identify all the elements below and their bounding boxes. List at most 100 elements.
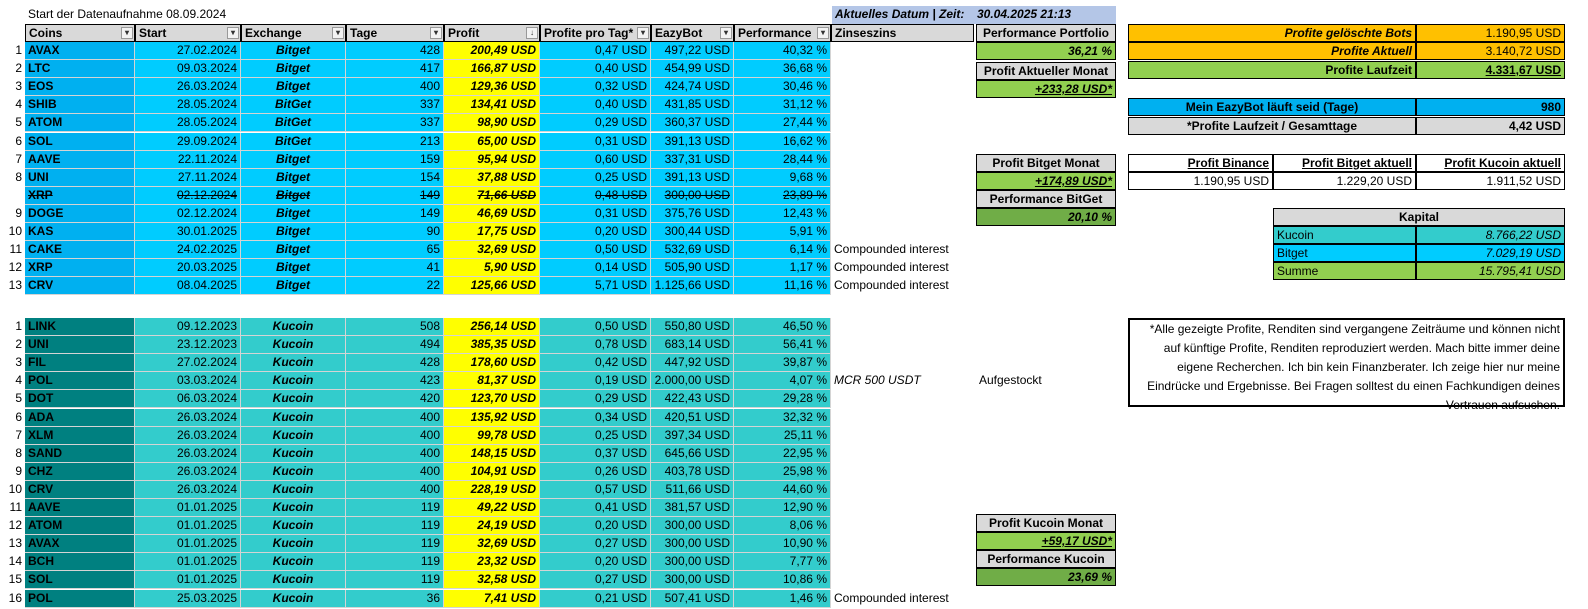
performance-cell[interactable]: 44,60 % (734, 480, 831, 499)
eazybot-cell[interactable]: 391,13 USD (651, 132, 734, 151)
eazybot-cell[interactable]: 300,00 USD (651, 571, 734, 590)
performance-cell[interactable]: 4,07 % (734, 372, 831, 391)
performance-cell[interactable]: 56,41 % (734, 336, 831, 355)
profit-per-day-cell[interactable]: 0,57 USD (540, 480, 651, 499)
start-date-cell[interactable]: 28.05.2024 (135, 114, 241, 133)
exchange-cell[interactable]: Bitget (241, 168, 346, 187)
days-cell[interactable]: 337 (346, 114, 444, 133)
start-date-cell[interactable]: 23.12.2023 (135, 336, 241, 355)
coin-cell[interactable]: SOL (25, 571, 135, 590)
performance-cell[interactable]: 12,43 % (734, 204, 831, 223)
profit-cell[interactable]: 125,66 USD (444, 277, 540, 296)
coin-cell[interactable]: BCH (25, 553, 135, 572)
coin-cell[interactable]: AAVE (25, 150, 135, 169)
start-date-cell[interactable]: 26.03.2024 (135, 480, 241, 499)
coin-cell[interactable]: LTC (25, 60, 135, 79)
days-cell[interactable]: 417 (346, 60, 444, 79)
kapital-bitget-value[interactable]: 7.029,19 USD (1416, 244, 1565, 262)
start-date-cell[interactable]: 03.03.2024 (135, 372, 241, 391)
profit-per-day-cell[interactable]: 0,20 USD (540, 517, 651, 536)
exchange-cell[interactable]: Kucoin (241, 517, 346, 536)
coin-cell[interactable]: ATOM (25, 114, 135, 133)
eazybot-cell[interactable]: 507,41 USD (651, 589, 734, 608)
profit-per-day-cell[interactable]: 0,26 USD (540, 462, 651, 481)
days-cell[interactable]: 400 (346, 78, 444, 97)
eazybot-cell[interactable]: 300,00 USD (651, 553, 734, 572)
start-date-cell[interactable]: 27.11.2024 (135, 168, 241, 187)
profit-per-day-cell[interactable]: 0,47 USD (540, 42, 651, 60)
performance-cell[interactable]: 5,91 % (734, 223, 831, 241)
header-profit-per-day[interactable]: Profite pro Tag* ▾ (540, 24, 651, 42)
exchange-cell[interactable]: Bitget (241, 186, 346, 205)
profit-per-day-cell[interactable]: 0,14 USD (540, 259, 651, 278)
performance-cell[interactable]: 27,44 % (734, 114, 831, 133)
filter-dropdown-icon[interactable]: ▾ (121, 27, 133, 39)
profit-per-day-cell[interactable]: 5,71 USD (540, 277, 651, 296)
performance-cell[interactable]: 11,16 % (734, 277, 831, 296)
sort-descending-icon[interactable]: ↓ (526, 27, 538, 39)
days-cell[interactable]: 65 (346, 241, 444, 260)
eazybot-cell[interactable]: 420,51 USD (651, 408, 734, 427)
header-start[interactable]: Start ▾ (135, 24, 241, 42)
profit-cell[interactable]: 99,78 USD (444, 426, 540, 445)
performance-cell[interactable]: 25,11 % (734, 426, 831, 445)
coin-cell[interactable]: DOGE (25, 204, 135, 223)
exchange-cell[interactable]: Kucoin (241, 444, 346, 463)
start-date-cell[interactable]: 06.03.2024 (135, 390, 241, 409)
days-cell[interactable]: 22 (346, 277, 444, 296)
coin-cell[interactable]: XRP (25, 186, 135, 205)
eazybot-cell[interactable]: 397,34 USD (651, 426, 734, 445)
deleted-bots-value[interactable]: 1.190,95 USD (1416, 24, 1565, 42)
performance-cell[interactable]: 23,89 % (734, 186, 831, 205)
exchange-cell[interactable]: Kucoin (241, 408, 346, 427)
profit-per-day-cell[interactable]: 0,31 USD (540, 204, 651, 223)
eazybot-cell[interactable]: 447,92 USD (651, 354, 734, 373)
profit-per-day-cell[interactable]: 0,40 USD (540, 60, 651, 79)
days-cell[interactable]: 213 (346, 132, 444, 151)
bitget-month-value[interactable]: +174,89 USD* (976, 172, 1116, 190)
performance-cell[interactable]: 46,50 % (734, 318, 831, 336)
profit-per-day-cell[interactable]: 0,42 USD (540, 354, 651, 373)
eazybot-cell[interactable]: 431,85 USD (651, 96, 734, 115)
performance-cell[interactable]: 25,98 % (734, 462, 831, 481)
profit-per-day-cell[interactable]: 0,19 USD (540, 372, 651, 391)
profit-month-value[interactable]: +233,28 USD* (976, 80, 1116, 98)
profit-per-day-cell[interactable]: 0,25 USD (540, 168, 651, 187)
profit-cell[interactable]: 37,88 USD (444, 168, 540, 187)
kapital-sum-value[interactable]: 15.795,41 USD (1416, 262, 1565, 280)
start-date-cell[interactable]: 01.01.2025 (135, 553, 241, 572)
start-date-cell[interactable]: 29.09.2024 (135, 132, 241, 151)
coin-cell[interactable]: XRP (25, 259, 135, 278)
filter-dropdown-icon[interactable]: ▾ (720, 27, 732, 39)
exchange-cell[interactable]: Kucoin (241, 354, 346, 373)
eazybot-cell[interactable]: 422,43 USD (651, 390, 734, 409)
days-cell[interactable]: 400 (346, 480, 444, 499)
profit-bitget-value[interactable]: 1.229,20 USD (1273, 172, 1416, 190)
start-date-cell[interactable]: 26.03.2024 (135, 444, 241, 463)
profit-cell[interactable]: 32,69 USD (444, 535, 540, 554)
coin-cell[interactable]: LINK (25, 318, 135, 336)
days-cell[interactable]: 119 (346, 499, 444, 517)
start-date-cell[interactable]: 09.03.2024 (135, 60, 241, 79)
eazybot-cell[interactable]: 360,37 USD (651, 114, 734, 133)
start-date-cell[interactable]: 01.01.2025 (135, 571, 241, 590)
start-date-cell[interactable]: 24.02.2025 (135, 241, 241, 260)
profit-cell[interactable]: 49,22 USD (444, 499, 540, 517)
performance-cell[interactable]: 28,44 % (734, 150, 831, 169)
coin-cell[interactable]: KAS (25, 223, 135, 241)
profit-per-day-cell[interactable]: 0,31 USD (540, 132, 651, 151)
performance-cell[interactable]: 22,95 % (734, 444, 831, 463)
profit-per-day-cell[interactable]: 0,41 USD (540, 499, 651, 517)
eazybot-cell[interactable]: 511,66 USD (651, 480, 734, 499)
profit-cell[interactable]: 17,75 USD (444, 223, 540, 241)
profit-per-day-cell[interactable]: 0,50 USD (540, 241, 651, 260)
profit-per-day-cell[interactable]: 0,29 USD (540, 390, 651, 409)
profit-cell[interactable]: 104,91 USD (444, 462, 540, 481)
exchange-cell[interactable]: Kucoin (241, 553, 346, 572)
coin-cell[interactable]: UNI (25, 168, 135, 187)
profit-per-day-cell[interactable]: 0,32 USD (540, 78, 651, 97)
exchange-cell[interactable]: Kucoin (241, 318, 346, 336)
profit-per-day-cell[interactable]: 0,40 USD (540, 96, 651, 115)
profit-per-day-cell[interactable]: 0,78 USD (540, 336, 651, 355)
profit-cell[interactable]: 71,66 USD (444, 186, 540, 205)
